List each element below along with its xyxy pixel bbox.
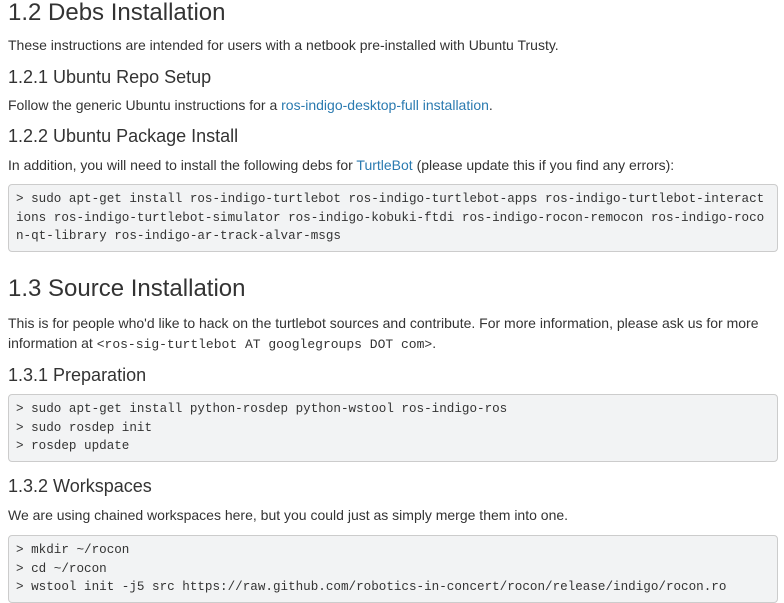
preparation-code-block[interactable]: > sudo apt-get install python-rosdep pyt… [8, 394, 778, 462]
repo-setup-text-after: . [488, 97, 493, 113]
heading-preparation: 1.3.1 Preparation [8, 365, 147, 385]
source-intro-text: This is for people who'd like to hack on… [8, 313, 778, 355]
repo-setup-text-before: Follow the generic Ubuntu instructions f… [8, 97, 282, 113]
package-install-text-before: In addition, you will need to install th… [8, 157, 357, 173]
repo-setup-text: Follow the generic Ubuntu instructions f… [8, 95, 493, 115]
workspaces-code-block[interactable]: > mkdir ~/rocon > cd ~/rocon > wstool in… [8, 535, 778, 603]
desktop-full-installation-link[interactable]: ros-indigo-desktop-full installation [281, 97, 489, 113]
mailing-list-address: <ros-sig-turtlebot AT googlegroups DOT c… [96, 337, 433, 352]
heading-ubuntu-package-install: 1.2.2 Ubuntu Package Install [8, 126, 239, 146]
package-install-text: In addition, you will need to install th… [8, 155, 674, 175]
workspaces-text: We are using chained workspaces here, bu… [8, 507, 569, 523]
heading-debs-installation: 1.2 Debs Installation [8, 0, 226, 26]
package-install-text-after: (please update this if you find any erro… [412, 157, 675, 173]
source-intro-text-after: . [432, 335, 437, 351]
heading-ubuntu-repo-setup: 1.2.1 Ubuntu Repo Setup [8, 67, 212, 87]
heading-source-installation: 1.3 Source Installation [8, 275, 246, 302]
debs-intro-text: These instructions are intended for user… [8, 37, 559, 53]
package-install-code-block[interactable]: > sudo apt-get install ros-indigo-turtle… [8, 184, 778, 252]
turtlebot-link[interactable]: TurtleBot [356, 157, 412, 173]
heading-workspaces: 1.3.2 Workspaces [8, 476, 152, 496]
